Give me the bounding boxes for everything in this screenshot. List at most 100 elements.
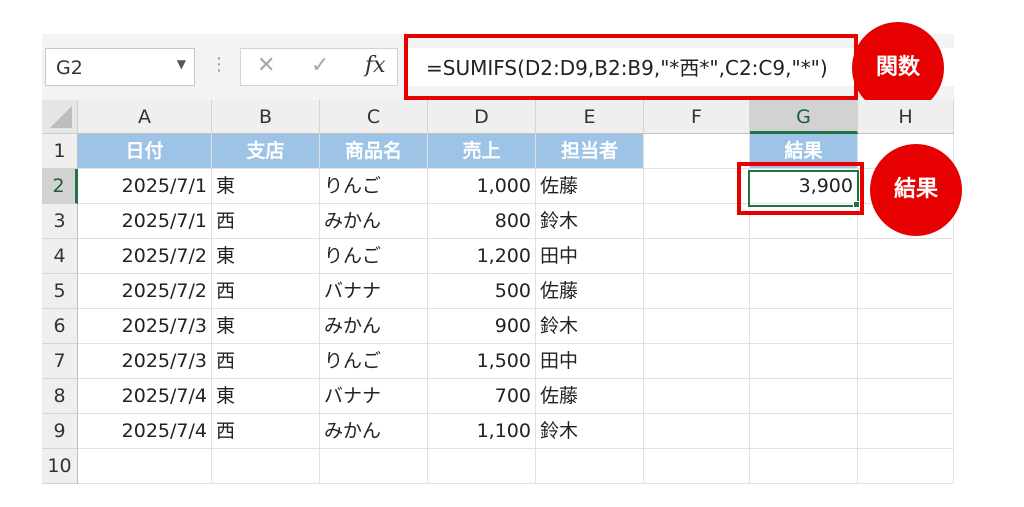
cell-e10[interactable] [536,449,644,484]
row-header-3[interactable]: 3 [42,204,78,239]
column-header-e[interactable]: E [536,100,644,134]
resize-handle-icon[interactable]: ⋮ [210,54,228,75]
cell-h9[interactable] [858,414,954,449]
cell-a7[interactable]: 2025/7/3 [78,344,212,379]
cell-h6[interactable] [858,309,954,344]
row-header-7[interactable]: 7 [42,344,78,379]
chevron-down-icon[interactable]: ▼ [177,57,186,71]
column-header-b[interactable]: B [212,100,320,134]
cell-c3[interactable]: みかん [320,204,428,239]
cell-d6[interactable]: 900 [428,309,536,344]
cell-h5[interactable] [858,274,954,309]
header-cell-b[interactable]: 支店 [212,134,320,169]
cell-g5[interactable] [750,274,858,309]
cell-a3[interactable]: 2025/7/1 [78,204,212,239]
cell-e5[interactable]: 佐藤 [536,274,644,309]
cell-c9[interactable]: みかん [320,414,428,449]
cell-b2[interactable]: 東 [212,169,320,204]
cell-h7[interactable] [858,344,954,379]
cell-a10[interactable] [78,449,212,484]
name-box[interactable]: G2 ▼ [45,48,195,86]
cell-b8[interactable]: 東 [212,379,320,414]
row-header-1[interactable]: 1 [42,134,78,169]
cell-f9[interactable] [644,414,750,449]
cell-h4[interactable] [858,239,954,274]
cell-a6[interactable]: 2025/7/3 [78,309,212,344]
header-cell-e[interactable]: 担当者 [536,134,644,169]
cell-d4[interactable]: 1,200 [428,239,536,274]
insert-function-icon[interactable]: fx [365,53,386,78]
cell-c6[interactable]: みかん [320,309,428,344]
column-header-c[interactable]: C [320,100,428,134]
cell-c2[interactable]: りんご [320,169,428,204]
cell-g6[interactable] [750,309,858,344]
column-header-a[interactable]: A [78,100,212,134]
cell-d2[interactable]: 1,000 [428,169,536,204]
row-header-9[interactable]: 9 [42,414,78,449]
row-header-10[interactable]: 10 [42,449,78,484]
cell-f8[interactable] [644,379,750,414]
cell-e6[interactable]: 鈴木 [536,309,644,344]
cell-f2[interactable] [644,169,750,204]
cell-e3[interactable]: 鈴木 [536,204,644,239]
cell-c7[interactable]: りんご [320,344,428,379]
cell-g8[interactable] [750,379,858,414]
cell-b3[interactable]: 西 [212,204,320,239]
cell-f7[interactable] [644,344,750,379]
cell-e9[interactable]: 鈴木 [536,414,644,449]
cell-f1[interactable] [644,134,750,169]
cell-b4[interactable]: 東 [212,239,320,274]
cell-h8[interactable] [858,379,954,414]
cell-d10[interactable] [428,449,536,484]
cell-d3[interactable]: 800 [428,204,536,239]
cell-f10[interactable] [644,449,750,484]
cell-g10[interactable] [750,449,858,484]
cell-f6[interactable] [644,309,750,344]
column-header-d[interactable]: D [428,100,536,134]
cell-g9[interactable] [750,414,858,449]
header-cell-c[interactable]: 商品名 [320,134,428,169]
cell-d9[interactable]: 1,100 [428,414,536,449]
cell-f5[interactable] [644,274,750,309]
cell-b9[interactable]: 西 [212,414,320,449]
cell-e2[interactable]: 佐藤 [536,169,644,204]
cell-a5[interactable]: 2025/7/2 [78,274,212,309]
cell-d8[interactable]: 700 [428,379,536,414]
cell-a4[interactable]: 2025/7/2 [78,239,212,274]
column-header-g[interactable]: G [750,100,858,134]
cell-a2[interactable]: 2025/7/1 [78,169,212,204]
row-header-6[interactable]: 6 [42,309,78,344]
cell-g4[interactable] [750,239,858,274]
result-callout: 結果 [870,144,962,236]
result-highlight-box [737,162,864,215]
cell-f4[interactable] [644,239,750,274]
cell-f3[interactable] [644,204,750,239]
cell-d7[interactable]: 1,500 [428,344,536,379]
row-header-5[interactable]: 5 [42,274,78,309]
row-header-8[interactable]: 8 [42,379,78,414]
cell-e7[interactable]: 田中 [536,344,644,379]
cell-b5[interactable]: 西 [212,274,320,309]
header-cell-a[interactable]: 日付 [78,134,212,169]
header-cell-d[interactable]: 売上 [428,134,536,169]
cell-c4[interactable]: りんご [320,239,428,274]
row-header-4[interactable]: 4 [42,239,78,274]
column-header-h[interactable]: H [858,100,954,134]
enter-icon[interactable]: ✓ [311,53,329,78]
cell-a9[interactable]: 2025/7/4 [78,414,212,449]
cell-b7[interactable]: 西 [212,344,320,379]
cell-b6[interactable]: 東 [212,309,320,344]
cell-c8[interactable]: バナナ [320,379,428,414]
cell-a8[interactable]: 2025/7/4 [78,379,212,414]
cell-e4[interactable]: 田中 [536,239,644,274]
cell-b10[interactable] [212,449,320,484]
cell-e8[interactable]: 佐藤 [536,379,644,414]
cell-c5[interactable]: バナナ [320,274,428,309]
cancel-icon[interactable]: ✕ [257,53,275,78]
cell-h10[interactable] [858,449,954,484]
cell-g7[interactable] [750,344,858,379]
cell-d5[interactable]: 500 [428,274,536,309]
column-header-f[interactable]: F [644,100,750,134]
row-header-2[interactable]: 2 [42,169,78,204]
cell-c10[interactable] [320,449,428,484]
